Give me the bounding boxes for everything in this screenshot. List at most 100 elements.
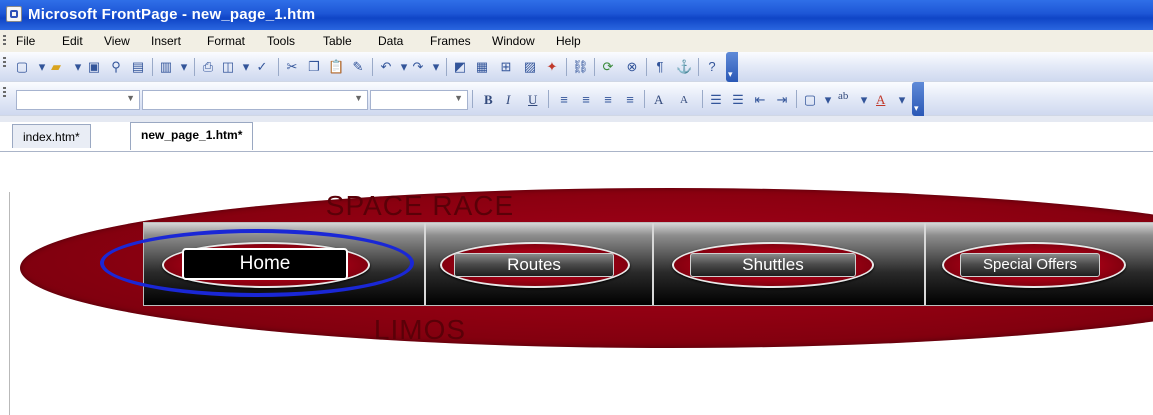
menu-help[interactable]: Help: [556, 34, 581, 48]
search-icon[interactable]: ⚲: [108, 59, 124, 75]
toolbar-options-icon[interactable]: [726, 52, 738, 82]
menu-window[interactable]: Window: [492, 34, 535, 48]
underline-button[interactable]: U: [528, 92, 537, 108]
toolbar-separator: [796, 90, 797, 108]
italic-button[interactable]: I: [506, 92, 510, 108]
save-icon[interactable]: ▣: [86, 59, 102, 75]
tab-label: index.htm*: [23, 130, 80, 144]
decrease-indent-icon[interactable]: ⇤: [752, 92, 768, 108]
menu-frames[interactable]: Frames: [430, 34, 471, 48]
dropdown-arrow-icon[interactable]: ▾: [238, 59, 254, 75]
toolbar-separator: [372, 58, 373, 76]
canvas-left-border: [9, 192, 10, 415]
routes-button[interactable]: Routes: [454, 253, 614, 277]
toolbar-separator: [446, 58, 447, 76]
tab-index-htm[interactable]: index.htm*: [12, 124, 91, 148]
menu-data[interactable]: Data: [378, 34, 403, 48]
toolbar-separator: [278, 58, 279, 76]
increase-font-size-button[interactable]: A: [654, 92, 663, 108]
dropdown-arrow-icon[interactable]: ▾: [428, 59, 444, 75]
banner-title-top: SPACE RACE: [325, 190, 515, 221]
window-title: Microsoft FrontPage - new_page_1.htm: [28, 6, 316, 23]
hyperlink-icon[interactable]: ⛓: [572, 59, 589, 75]
frontpage-app-icon[interactable]: [6, 6, 22, 22]
undo-icon[interactable]: ↶: [378, 59, 394, 75]
formatting-toolbar: ▼ ▼ ▼ B I U ≡ ≡ ≡ ≡ A A ☰ ☰ ⇤ ⇥ ▢ ▾ ab ▾…: [0, 82, 1153, 116]
toolbar-grip-handle[interactable]: [3, 57, 6, 69]
align-right-icon[interactable]: ≡: [600, 92, 616, 108]
menu-grip-handle[interactable]: [3, 35, 6, 47]
toolbar-grip-handle[interactable]: [3, 87, 6, 99]
drawing-icon[interactable]: ✦: [544, 59, 560, 75]
redo-icon[interactable]: ↷: [410, 59, 426, 75]
design-canvas[interactable]: SPACE RACE Home Routes Shuttles Special …: [0, 152, 1153, 415]
toolbar-separator: [194, 58, 195, 76]
toolbar-separator: [152, 58, 153, 76]
anchor-icon[interactable]: ⚓: [676, 59, 692, 75]
standard-toolbar: ▢ ▾ ▰ ▾ ▣ ⚲ ▤ ▥ ▾ ⎙ ◫ ▾ ✓ ✂ ❐ 📋 ✎ ↶ ▾ ↷ …: [0, 52, 1153, 82]
highlight-button[interactable]: ab: [838, 90, 848, 102]
help-icon[interactable]: ?: [704, 59, 720, 75]
cut-icon[interactable]: ✂: [284, 59, 300, 75]
shuttles-button[interactable]: Shuttles: [690, 253, 856, 277]
menu-view[interactable]: View: [104, 34, 130, 48]
align-center-icon[interactable]: ≡: [578, 92, 594, 108]
menu-file[interactable]: File: [16, 34, 35, 48]
toolbar-options-icon[interactable]: [912, 82, 924, 116]
font-size-combobox[interactable]: ▼: [370, 90, 468, 110]
menu-insert[interactable]: Insert: [151, 34, 181, 48]
bold-button[interactable]: B: [484, 92, 493, 108]
new-page-icon[interactable]: ▢: [14, 59, 30, 75]
nav-cell-special-offers: Special Offers: [926, 223, 1153, 305]
tab-new-page-1-htm[interactable]: new_page_1.htm*: [130, 122, 254, 150]
show-all-icon[interactable]: ¶: [652, 59, 668, 75]
insert-picture-icon[interactable]: ▨: [522, 59, 538, 75]
folder-list-icon[interactable]: ▥: [158, 59, 174, 75]
toolbar-separator: [566, 58, 567, 76]
menu-format[interactable]: Format: [207, 34, 245, 48]
format-painter-icon[interactable]: ✎: [350, 59, 366, 75]
refresh-icon[interactable]: ⟳: [600, 59, 616, 75]
nav-cell-routes: Routes: [426, 223, 654, 305]
paste-icon[interactable]: 📋: [328, 59, 344, 75]
stop-icon[interactable]: ⊗: [624, 59, 640, 75]
borders-icon[interactable]: ▢: [802, 92, 818, 108]
menu-table[interactable]: Table: [323, 34, 352, 48]
menu-tools[interactable]: Tools: [267, 34, 295, 48]
publish-icon[interactable]: ▤: [130, 59, 146, 75]
insert-table-icon[interactable]: ▦: [474, 59, 490, 75]
dropdown-arrow-icon[interactable]: ▾: [70, 59, 86, 75]
chevron-down-icon[interactable]: ▼: [354, 93, 363, 103]
menu-edit[interactable]: Edit: [62, 34, 83, 48]
decrease-font-size-button[interactable]: A: [680, 94, 688, 106]
toolbar-separator: [548, 90, 549, 108]
toolbar-separator: [698, 58, 699, 76]
bulleted-list-icon[interactable]: ☰: [730, 92, 746, 108]
justify-icon[interactable]: ≡: [622, 92, 638, 108]
banner-title-bottom: LIMOS: [373, 314, 467, 345]
style-combobox[interactable]: ▼: [16, 90, 140, 110]
print-icon[interactable]: ⎙: [200, 59, 216, 75]
chevron-down-icon[interactable]: ▼: [454, 93, 463, 103]
tab-label: new_page_1.htm*: [141, 128, 243, 142]
copy-icon[interactable]: ❐: [306, 59, 322, 75]
numbered-list-icon[interactable]: ☰: [708, 92, 724, 108]
blue-highlight-circle: [100, 229, 414, 297]
chevron-down-icon[interactable]: ▼: [126, 93, 135, 103]
special-offers-button[interactable]: Special Offers: [960, 253, 1100, 277]
font-combobox[interactable]: ▼: [142, 90, 368, 110]
open-icon[interactable]: ▰: [48, 59, 64, 75]
toolbar-separator: [594, 58, 595, 76]
increase-indent-icon[interactable]: ⇥: [774, 92, 790, 108]
align-left-icon[interactable]: ≡: [556, 92, 572, 108]
insert-layer-icon[interactable]: ⊞: [498, 59, 514, 75]
dropdown-arrow-icon[interactable]: ▾: [894, 92, 910, 108]
dropdown-arrow-icon[interactable]: ▾: [856, 92, 872, 108]
web-component-icon[interactable]: ◩: [452, 59, 468, 75]
print-preview-icon[interactable]: ◫: [220, 59, 236, 75]
spelling-icon[interactable]: ✓: [254, 59, 270, 75]
font-color-button[interactable]: A: [876, 92, 885, 108]
dropdown-arrow-icon[interactable]: ▾: [820, 92, 836, 108]
dropdown-arrow-icon[interactable]: ▾: [176, 59, 192, 75]
toolbar-separator: [644, 90, 645, 108]
